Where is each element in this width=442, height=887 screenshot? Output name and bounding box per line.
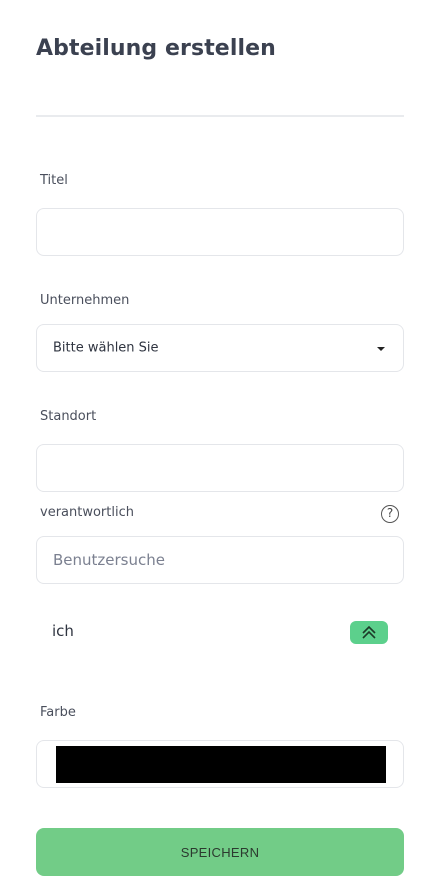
double-chevron-up-icon[interactable]: [350, 621, 388, 644]
location-label: Standort: [40, 409, 97, 424]
create-department-form: Abteilung erstellen Titel Unternehmen Bi…: [0, 0, 442, 887]
page-title: Abteilung erstellen: [36, 36, 276, 61]
company-select[interactable]: Bitte wählen Sie: [36, 324, 404, 372]
question-circle-icon[interactable]: ?: [381, 505, 399, 523]
selected-user-name: ich: [52, 622, 74, 640]
color-picker[interactable]: [36, 740, 404, 788]
title-label: Titel: [40, 173, 68, 188]
title-divider: [36, 115, 404, 117]
save-button[interactable]: SPEICHERN: [36, 828, 404, 876]
title-input[interactable]: [36, 208, 404, 256]
color-swatch[interactable]: [56, 746, 386, 783]
user-search-placeholder: Benutzersuche: [53, 551, 165, 569]
color-label: Farbe: [40, 705, 76, 720]
dropdown-caret-icon: [377, 347, 385, 351]
user-search-input[interactable]: Benutzersuche: [36, 536, 404, 584]
location-input[interactable]: [36, 444, 404, 492]
responsible-label: verantwortlich: [40, 505, 134, 520]
company-select-value: Bitte wählen Sie: [53, 340, 159, 356]
company-label: Unternehmen: [40, 293, 130, 308]
